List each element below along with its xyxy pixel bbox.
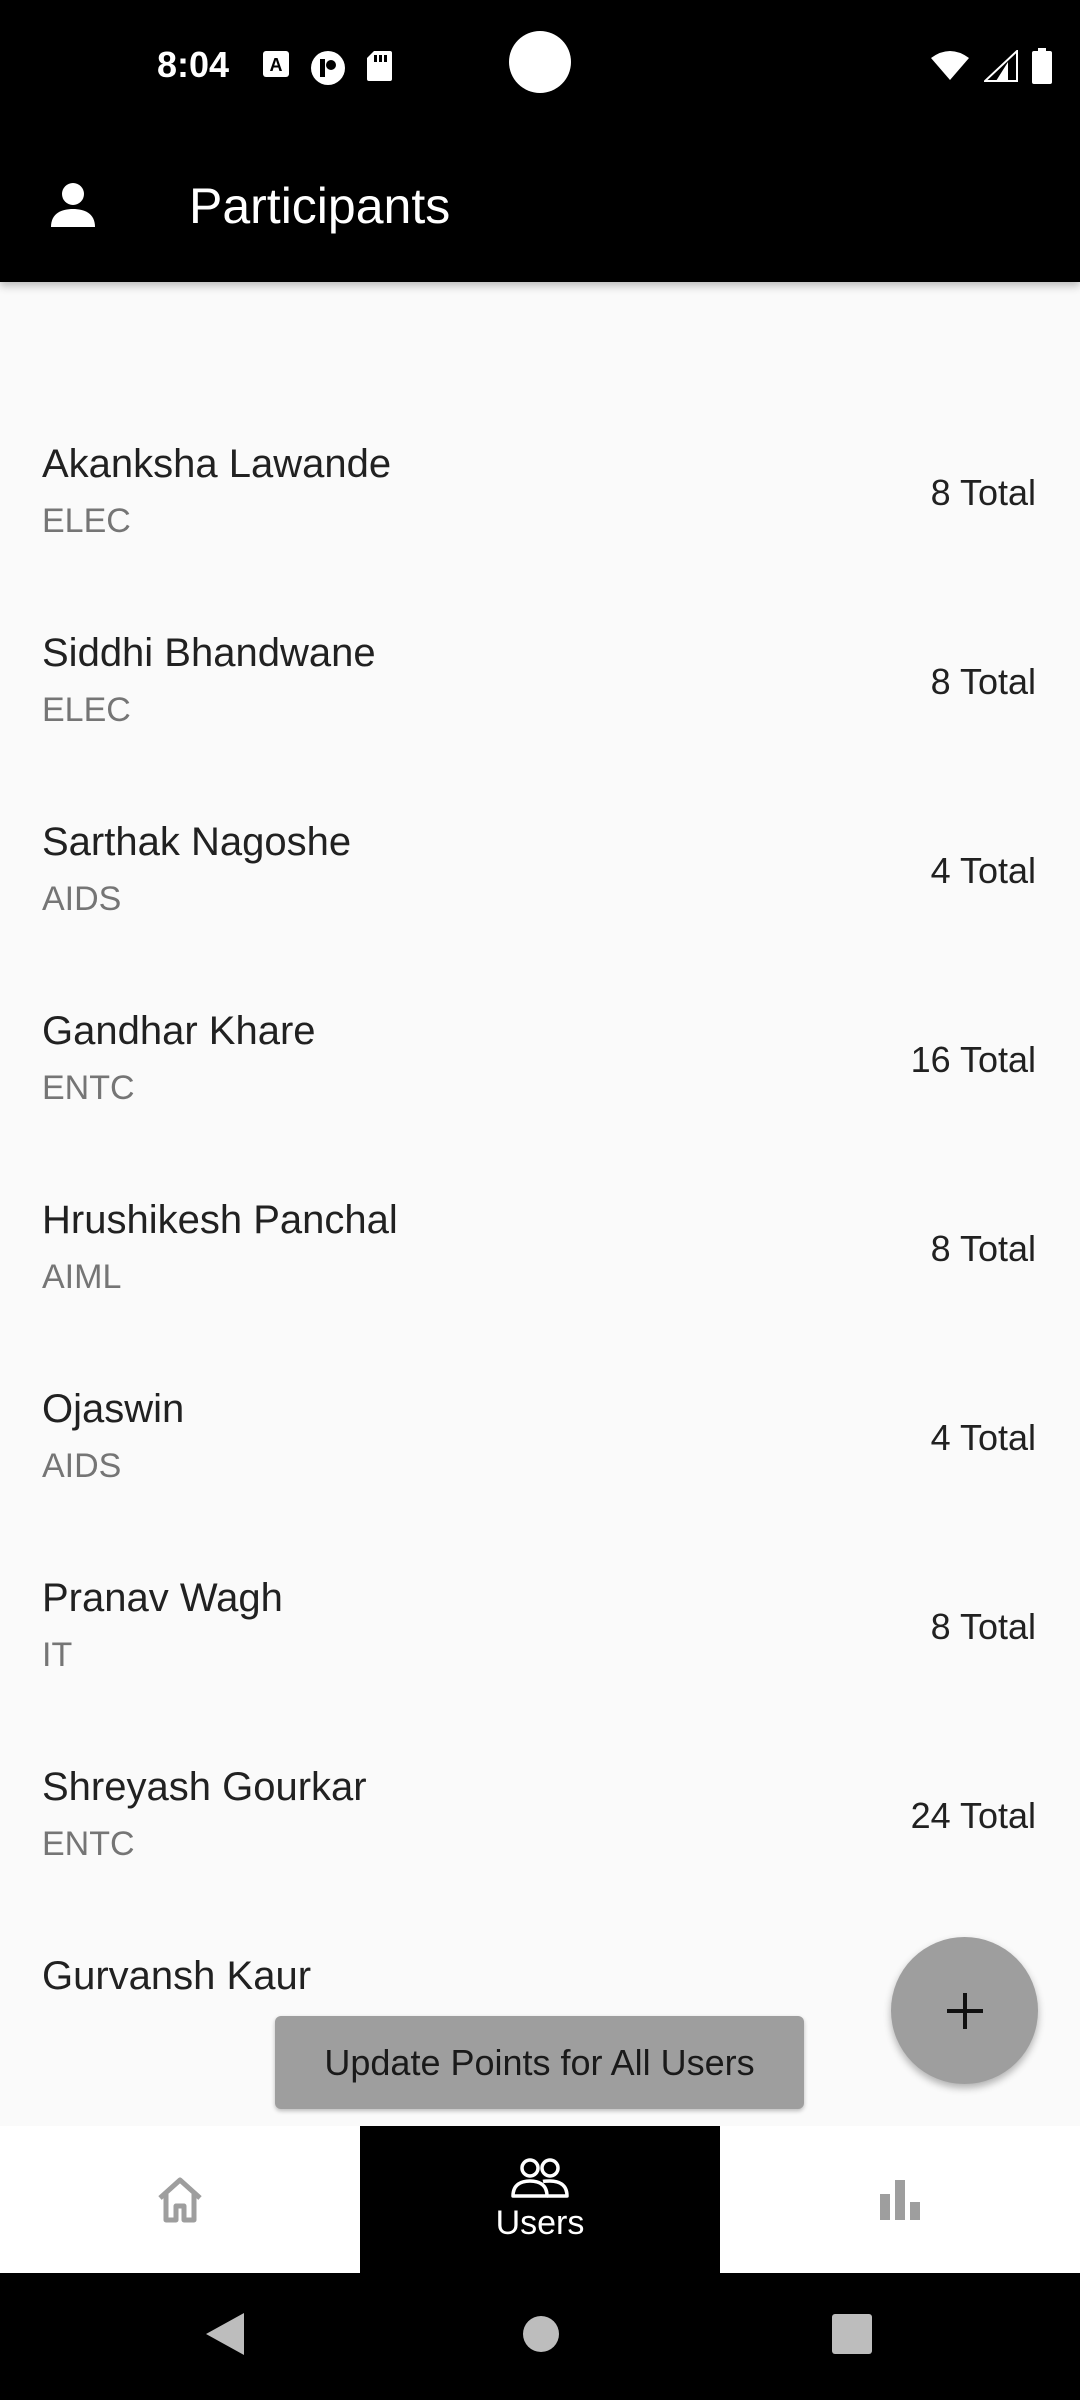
svg-text:A: A xyxy=(270,55,283,75)
list-item[interactable]: Gandhar Khare ENTC 16 Total xyxy=(0,963,1080,1152)
participant-dept: IT xyxy=(42,1636,73,1674)
participant-dept: ENTC xyxy=(42,1825,135,1863)
circle-p-icon xyxy=(311,51,345,85)
participant-total: 8 Total xyxy=(930,661,1036,702)
participant-dept: AIML xyxy=(42,1258,122,1296)
list-item[interactable]: Shreyash Gourkar ENTC 24 Total xyxy=(0,1719,1080,1908)
participant-list[interactable]: Akanksha Lawande ELEC 8 Total Siddhi Bha… xyxy=(0,396,1080,2097)
home-circle-icon[interactable] xyxy=(521,2311,561,2357)
participant-name: Akanksha Lawande xyxy=(42,442,392,486)
battery-icon xyxy=(1032,48,1052,84)
participant-total: 8 Total xyxy=(930,1228,1036,1269)
participant-name: Siddhi Bhandwane xyxy=(42,631,376,675)
nav-item-home[interactable] xyxy=(0,2126,360,2273)
participant-name: Ojaswin xyxy=(42,1387,185,1431)
list-item[interactable]: Hrushikesh Panchal AIML 8 Total xyxy=(0,1152,1080,1341)
participant-dept: ENTC xyxy=(42,1069,135,1107)
participant-dept: ELEC xyxy=(42,691,131,729)
a-icon: A xyxy=(263,51,289,77)
screen: 8:04 A Participants Akanksha Lawande ELE… xyxy=(0,0,1080,2400)
list-item[interactable]: Ojaswin AIDS 4 Total xyxy=(0,1341,1080,1530)
participant-total: 8 Total xyxy=(930,1606,1036,1647)
participant-name: Gandhar Khare xyxy=(42,1009,316,1053)
status-time: 8:04 xyxy=(157,44,230,85)
bar-chart-icon xyxy=(880,2179,920,2220)
nav-item-users[interactable]: Users xyxy=(360,2126,720,2273)
participant-dept: AIDS xyxy=(42,1447,122,1485)
users-icon xyxy=(511,2158,569,2198)
system-navigation-bar xyxy=(0,2273,1080,2400)
participant-total: 24 Total xyxy=(910,1795,1036,1836)
back-icon[interactable] xyxy=(204,2311,246,2357)
participant-name: Pranav Wagh xyxy=(42,1576,283,1620)
participant-name: Hrushikesh Panchal xyxy=(42,1198,398,1242)
camera-cutout xyxy=(509,31,571,93)
participant-name: Gurvansh Kaur xyxy=(42,1954,312,1998)
participant-name: Sarthak Nagoshe xyxy=(42,820,352,864)
list-item[interactable]: Sarthak Nagoshe AIDS 4 Total xyxy=(0,774,1080,963)
list-item[interactable]: Pranav Wagh IT 8 Total xyxy=(0,1530,1080,1719)
bottom-navigation: Users xyxy=(0,2126,1080,2273)
status-notification-icons: A xyxy=(262,50,392,86)
nav-item-leaderboard[interactable] xyxy=(720,2126,1080,2273)
recents-icon[interactable] xyxy=(831,2311,873,2357)
participant-total: 8 Total xyxy=(930,472,1036,513)
participant-name: Shreyash Gourkar xyxy=(42,1765,367,1809)
update-points-button[interactable]: Update Points for All Users xyxy=(275,2016,804,2109)
plus-icon xyxy=(946,1992,983,2029)
list-item[interactable]: Akanksha Lawande ELEC 8 Total xyxy=(0,396,1080,585)
app-bar: Participants xyxy=(0,130,1080,282)
participant-dept: ELEC xyxy=(42,502,131,540)
home-icon xyxy=(158,2177,202,2222)
participant-total: 4 Total xyxy=(930,850,1036,891)
status-bar: 8:04 A xyxy=(0,0,1080,130)
participant-dept: AIDS xyxy=(42,880,122,918)
sd-card-icon xyxy=(367,51,392,81)
cell-signal-icon xyxy=(984,50,1018,82)
add-participant-button[interactable] xyxy=(891,1937,1038,2084)
person-icon[interactable] xyxy=(48,180,98,230)
list-item[interactable]: Siddhi Bhandwane ELEC 8 Total xyxy=(0,585,1080,774)
participant-total: 16 Total xyxy=(910,1039,1036,1080)
nav-label-users: Users xyxy=(495,2204,585,2242)
page-title: Participants xyxy=(189,178,451,234)
participant-total: 4 Total xyxy=(930,1417,1036,1458)
status-system-icons xyxy=(930,48,1052,84)
wifi-icon xyxy=(931,51,969,80)
